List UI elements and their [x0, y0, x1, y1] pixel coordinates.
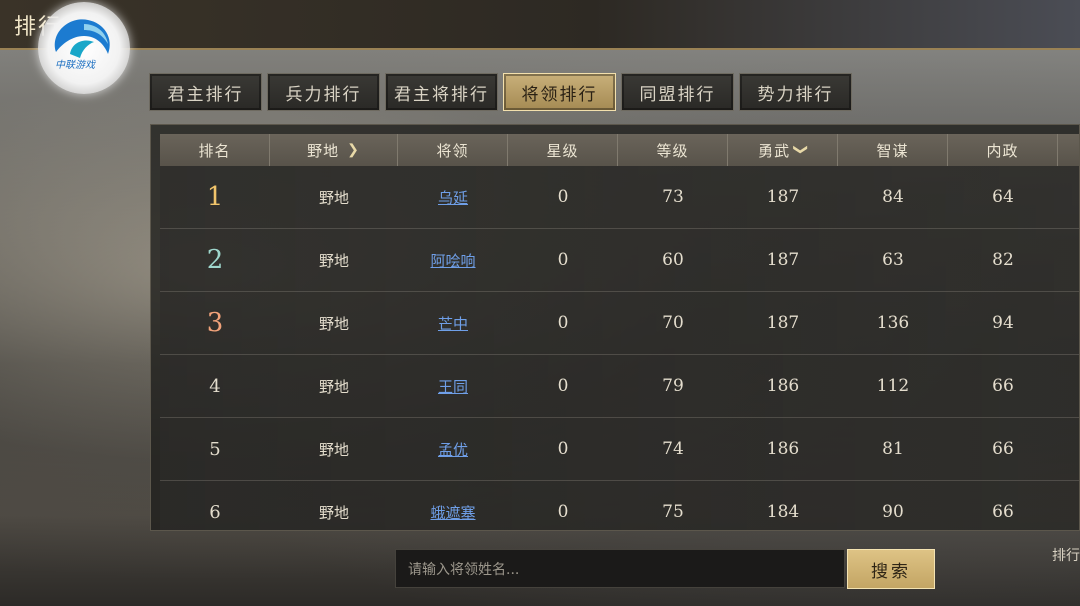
level-cell: 79: [662, 376, 684, 396]
star-cell: 0: [557, 250, 569, 270]
logo: 中联游戏: [38, 2, 130, 94]
valor-cell: 186: [766, 439, 800, 459]
general-search-input[interactable]: 请输入将领姓名...: [395, 549, 845, 588]
header-area-label: 野地: [307, 141, 340, 160]
star-cell: 0: [557, 187, 569, 207]
wisdom-cell: 84: [882, 187, 904, 207]
valor-cell: 187: [766, 187, 800, 207]
top-bar: 排行: [0, 0, 1080, 50]
area-cell: 野地: [318, 440, 349, 459]
wisdom-cell: 63: [882, 250, 904, 270]
header-wisdom[interactable]: 智谋: [838, 134, 948, 166]
table-row[interactable]: 3 野地 芒中 0 70 187 136 94: [160, 292, 1079, 355]
valor-cell: 186: [766, 376, 800, 396]
tab-lord-ranking[interactable]: 君主排行: [149, 73, 262, 111]
general-name-link[interactable]: 阿哙响: [398, 250, 508, 271]
chevron-down-icon: ❯: [347, 142, 360, 158]
table-row[interactable]: 6 野地 蛾遮塞 0 75 184 90 66: [160, 481, 1079, 530]
level-cell: 60: [662, 250, 684, 270]
rank-cell: 5: [209, 438, 221, 460]
area-cell: 野地: [318, 377, 349, 396]
header-rank: 排名: [160, 134, 270, 166]
area-cell: 野地: [318, 314, 349, 333]
rank-cell: 3: [206, 308, 224, 338]
header-level[interactable]: 等级: [618, 134, 728, 166]
side-ranking-label[interactable]: 排行: [1052, 545, 1080, 565]
wisdom-cell: 90: [882, 502, 904, 522]
table-header: 排名 野地 ❯ 将领 星级 等级 勇武 ❯ 智谋 内政: [160, 134, 1079, 166]
wisdom-cell: 136: [876, 313, 910, 333]
wisdom-cell: 112: [876, 376, 910, 396]
header-valor-sort[interactable]: 勇武 ❯: [728, 134, 838, 166]
area-cell: 野地: [318, 188, 349, 207]
tab-faction-ranking[interactable]: 势力排行: [739, 73, 852, 111]
tab-alliance-ranking[interactable]: 同盟排行: [621, 73, 734, 111]
table-row[interactable]: 5 野地 孟优 0 74 186 81 66: [160, 418, 1079, 481]
star-cell: 0: [557, 502, 569, 522]
header-valor-label: 勇武: [758, 141, 791, 160]
general-name-link[interactable]: 蛾遮塞: [398, 502, 508, 523]
politics-cell: 82: [992, 250, 1014, 270]
valor-cell: 187: [766, 313, 800, 333]
tab-lord-general-ranking[interactable]: 君主将排行: [385, 73, 498, 111]
tab-troop-ranking[interactable]: 兵力排行: [267, 73, 380, 111]
table-row[interactable]: 4 野地 王同 0 79 186 112 66: [160, 355, 1079, 418]
table-row[interactable]: 1 野地 乌延 0 73 187 84 64: [160, 166, 1079, 229]
ranking-panel: 排名 野地 ❯ 将领 星级 等级 勇武 ❯ 智谋 内政 1 野地 乌延 0 73…: [150, 124, 1080, 531]
header-star[interactable]: 星级: [508, 134, 618, 166]
general-name-link[interactable]: 芒中: [398, 313, 508, 334]
valor-cell: 184: [766, 502, 800, 522]
table-body: 1 野地 乌延 0 73 187 84 64 2 野地 阿哙响 0 60 187…: [160, 166, 1079, 530]
rank-cell: 1: [206, 182, 224, 212]
politics-cell: 66: [992, 502, 1014, 522]
header-politics[interactable]: 内政: [948, 134, 1058, 166]
level-cell: 73: [662, 187, 684, 207]
valor-cell: 187: [766, 250, 800, 270]
general-name-link[interactable]: 王同: [398, 376, 508, 397]
logo-text: 中联游戏: [55, 60, 95, 71]
wisdom-cell: 81: [882, 439, 904, 459]
politics-cell: 66: [992, 439, 1014, 459]
rank-cell: 2: [206, 245, 224, 275]
rank-cell: 4: [209, 375, 221, 397]
level-cell: 74: [662, 439, 684, 459]
star-cell: 0: [557, 313, 569, 333]
header-area-filter[interactable]: 野地 ❯: [270, 134, 398, 166]
politics-cell: 64: [992, 187, 1014, 207]
sort-down-icon: ❯: [792, 143, 809, 157]
star-cell: 0: [557, 439, 569, 459]
rank-cell: 6: [209, 501, 221, 523]
politics-cell: 94: [992, 313, 1014, 333]
star-cell: 0: [557, 376, 569, 396]
general-name-link[interactable]: 孟优: [398, 439, 508, 460]
level-cell: 70: [662, 313, 684, 333]
tab-general-ranking[interactable]: 将领排行: [503, 73, 616, 111]
general-name-link[interactable]: 乌延: [398, 187, 508, 208]
politics-cell: 66: [992, 376, 1014, 396]
ranking-tabs: 君主排行 兵力排行 君主将排行 将领排行 同盟排行 势力排行: [149, 73, 852, 111]
level-cell: 75: [662, 502, 684, 522]
table-row[interactable]: 2 野地 阿哙响 0 60 187 63 82: [160, 229, 1079, 292]
header-general: 将领: [398, 134, 508, 166]
area-cell: 野地: [318, 503, 349, 522]
header-overflow: [1058, 134, 1079, 166]
search-button[interactable]: 搜索: [847, 549, 935, 589]
area-cell: 野地: [318, 251, 349, 270]
